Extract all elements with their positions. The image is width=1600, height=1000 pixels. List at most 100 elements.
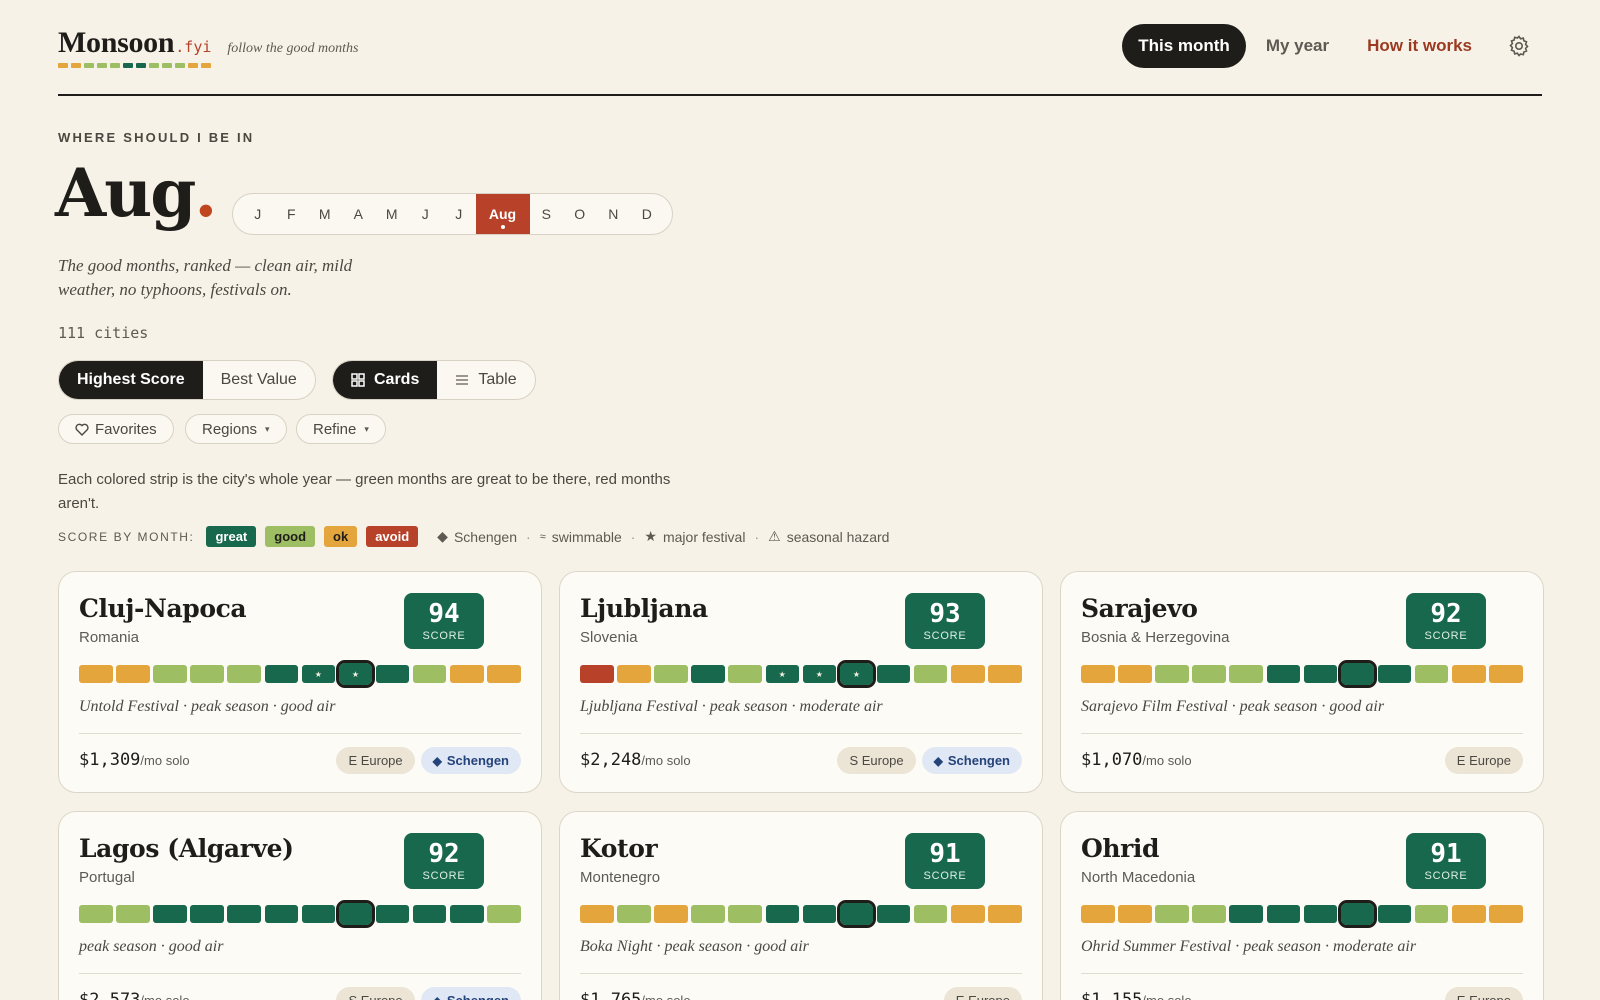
month-option[interactable]: O [563,194,597,234]
month-cell [988,665,1022,683]
month-option[interactable]: D [630,194,664,234]
city-card[interactable]: Ljubljana Slovenia 93 SCORE ★ ★ ★ Ljubljana Fes… [559,571,1043,793]
month-option[interactable]: Aug [475,194,530,234]
chevron-down-icon: ▾ [265,423,270,434]
logo-strip-cell [188,63,198,68]
filter-regions[interactable]: Regions ▾ [185,414,287,444]
month-cell: ★ [765,665,799,683]
city-price: $1,155/mo solo [1081,990,1192,1000]
filter-refine[interactable]: Refine ▾ [296,414,386,444]
nav-how-it-works[interactable]: How it works [1351,24,1488,68]
city-card[interactable]: Kotor Montenegro 91 SCORE Boka Night · peak … [559,811,1043,1000]
month-option[interactable]: M [375,194,409,234]
card-divider [1081,973,1523,974]
year-strip [79,900,521,928]
month-option[interactable]: S [530,194,564,234]
filter-favorites[interactable]: Favorites [58,414,174,444]
month-cell [1414,665,1449,683]
legend-separator: · [754,528,760,545]
nav-my-year[interactable]: My year [1250,24,1345,68]
tag-label: E Europe [1456,753,1511,768]
hero-subtitle: The good months, ranked — clean air, mil… [58,256,353,299]
logo-strip-cell [201,63,211,68]
month-cell [728,665,762,683]
city-card[interactable]: Cluj-Napoca Romania 94 SCORE ★ ★ Untold Festiv… [58,571,542,793]
month-cell [691,905,725,923]
city-card[interactable]: Ohrid North Macedonia 91 SCORE Ohrid Summer … [1060,811,1544,1000]
logo-strip-cell [84,63,94,68]
city-note: Ohrid Summer Festival · peak season · mo… [1081,938,1417,955]
view-cards[interactable]: Cards [333,361,438,399]
price-unit: /mo solo [1142,993,1191,1000]
city-country: Bosnia & Herzegovina [1081,629,1230,646]
month-cell [654,905,688,923]
city-price: $2,248/mo solo [580,750,691,770]
sort-best-value[interactable]: Best Value [203,361,315,399]
nav-this-month[interactable]: This month [1122,24,1246,68]
region-badge: E Europe [943,987,1022,1000]
city-price: $2,573/mo solo [79,990,190,1000]
score-badge: 91 SCORE [1406,833,1486,889]
month-cell [1489,665,1523,683]
region-badge: S Europe [336,987,415,1000]
month-name: Aug [55,154,196,232]
month-cell [487,905,521,923]
month-option[interactable]: J [442,194,476,234]
legend-separator: · [526,528,531,545]
legend-symbol: ★ major festival [644,528,745,545]
legend-symbol-icon: ≈ [539,530,546,543]
city-price: $1,070/mo solo [1081,750,1192,770]
month-option[interactable]: N [597,194,631,234]
filter-regions-label: Regions [202,420,258,438]
month-option[interactable]: F [275,194,309,234]
logo-tld: .fyi [175,38,212,56]
month-option[interactable]: J [241,194,275,234]
month-cell [375,905,410,923]
month-cell [227,905,261,923]
city-tags: S Europe ◆ Schengen [336,987,521,1000]
month-cell [153,665,187,683]
city-tags: E Europe [943,987,1022,1000]
star-icon: ★ [852,669,861,679]
diamond-icon: ◆ [433,994,442,1000]
logo-wordmark: Monsoon [58,26,175,59]
legend-symbol-label: major festival [662,528,746,545]
logo[interactable]: Monsoon .fyi follow the good months [58,26,358,60]
month-cell [79,905,113,923]
gear-icon[interactable] [1506,33,1532,59]
month-cell [951,905,985,923]
city-card[interactable]: Lagos (Algarve) Portugal 92 SCORE peak seaso… [58,811,542,1000]
month-cell [1452,905,1486,923]
month-cell [450,905,484,923]
star-icon: ★ [815,669,823,679]
city-name: Cluj-Napoca [79,594,247,623]
tag-label: Schengen [446,753,509,768]
month-cell [1155,665,1189,683]
city-tags: E Europe [1444,747,1523,774]
score-value: 91 [929,839,961,869]
city-note: Untold Festival · peak season · good air [79,698,336,715]
month-option[interactable]: A [342,194,376,234]
logo-strip-cell [97,63,107,68]
sort-highest-score[interactable]: Highest Score [59,361,203,399]
month-cell [876,665,911,683]
legend-separator: · [630,528,636,545]
month-cell [617,665,651,683]
score-value: 92 [428,839,460,869]
logo-strip-cell [71,63,81,68]
year-strip [1081,900,1523,928]
legend-symbol-label: seasonal hazard [786,528,890,545]
month-cell [913,905,948,923]
price-value: $1,765 [580,990,642,1000]
card-divider [580,733,1022,734]
month-cell [876,905,911,923]
view-table[interactable]: Table [437,361,534,399]
city-card[interactable]: Sarajevo Bosnia & Herzegovina 92 SCORE Saraj… [1060,571,1544,793]
price-value: $2,248 [580,750,642,770]
month-cell [1266,665,1300,683]
month-cell [1118,665,1152,683]
month-option[interactable]: J [409,194,443,234]
month-option[interactable]: M [308,194,342,234]
score-value: 93 [929,599,961,629]
month-cell [450,665,484,683]
